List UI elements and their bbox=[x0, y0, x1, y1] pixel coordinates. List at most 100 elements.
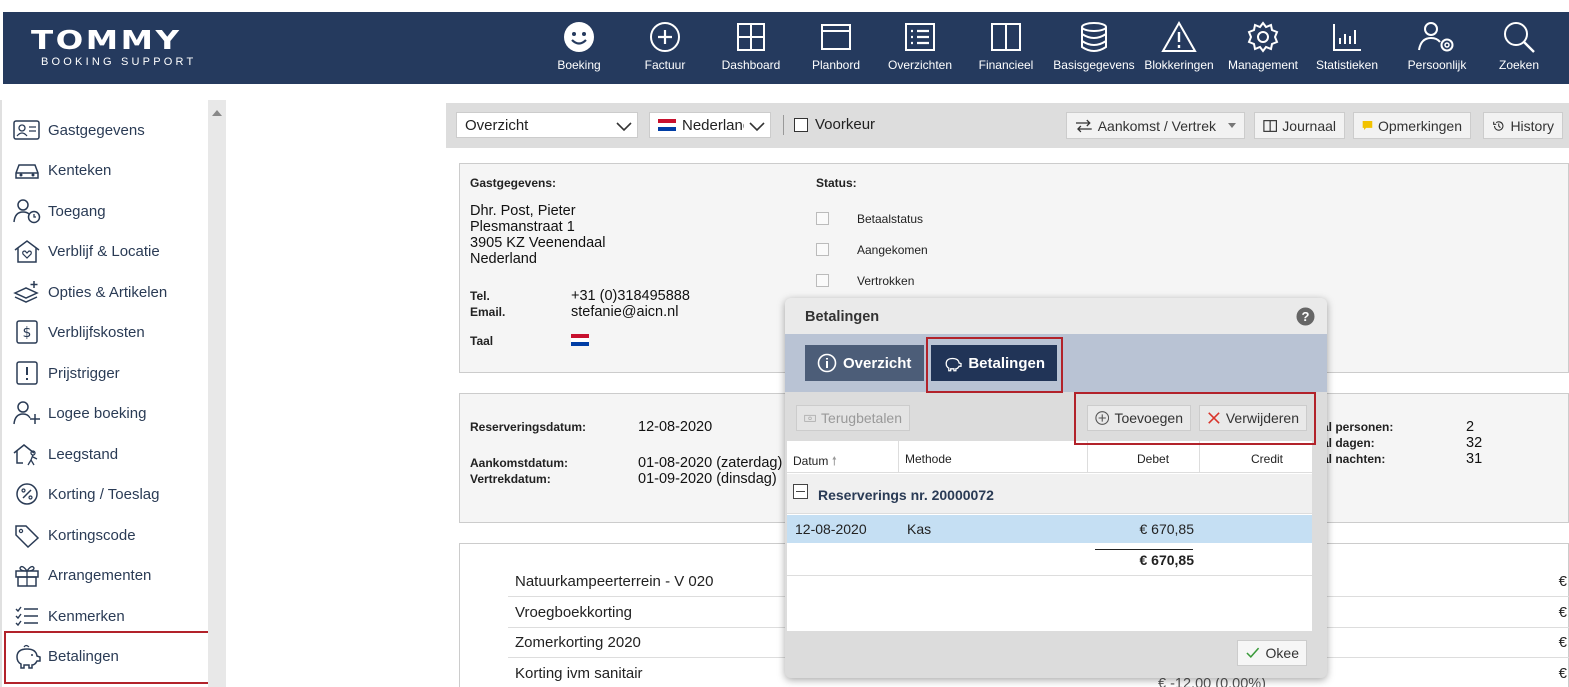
cost-line-trail: € bbox=[1558, 573, 1567, 590]
status-checkbox[interactable] bbox=[816, 274, 829, 287]
nav-management[interactable]: Management bbox=[1223, 12, 1303, 84]
nav-dashboard[interactable]: Dashboard bbox=[715, 12, 787, 84]
nav-statistieken[interactable]: Statistieken bbox=[1309, 12, 1385, 84]
comment-icon bbox=[1362, 121, 1373, 130]
group-row[interactable]: Reserverings nr. 20000072 bbox=[787, 474, 1312, 514]
preference-label: Voorkeur bbox=[815, 116, 876, 133]
sidebar-scrollbar[interactable] bbox=[208, 100, 226, 687]
history-button[interactable]: History bbox=[1483, 112, 1563, 139]
status-checkbox[interactable] bbox=[816, 212, 829, 225]
tab-label: Overzicht bbox=[843, 354, 912, 372]
nav-persoonlijk[interactable]: Persoonlijk bbox=[1399, 12, 1475, 84]
payment-total: € 670,85 bbox=[1139, 552, 1195, 568]
info-icon bbox=[817, 353, 837, 373]
cost-line-label: Natuurkampeerterrein - V 020 bbox=[515, 573, 714, 590]
okee-button[interactable]: Okee bbox=[1237, 640, 1307, 666]
dutch-flag-icon bbox=[571, 334, 589, 346]
sidebar-item-label: Kenteken bbox=[48, 161, 112, 179]
scroll-up-arrow-icon[interactable] bbox=[212, 110, 222, 116]
checklist-icon bbox=[15, 606, 38, 627]
database-icon bbox=[1081, 22, 1107, 52]
sidebar-item-label: Verblijf & Locatie bbox=[48, 242, 160, 260]
nav-blokkeringen[interactable]: Blokkeringen bbox=[1141, 12, 1217, 84]
nav-label: Persoonlijk bbox=[1407, 58, 1467, 72]
arrival-departure-button[interactable]: Aankomst / Vertrek bbox=[1066, 112, 1245, 139]
nav-label: Basisgegevens bbox=[1053, 58, 1135, 72]
sidebar-item-verblijfskosten[interactable]: $ Verblijfskosten bbox=[12, 314, 202, 350]
sidebar-item-logee[interactable]: Logee boeking bbox=[12, 395, 202, 431]
view-select[interactable]: Overzicht bbox=[456, 112, 638, 138]
sidebar-item-arrangementen[interactable]: Arrangementen bbox=[12, 557, 202, 593]
help-icon[interactable]: ? bbox=[1296, 307, 1315, 326]
table-row[interactable]: 12-08-2020 Kas € 670,85 bbox=[787, 515, 1312, 543]
logo[interactable]: TOMMY BOOKING SUPPORT bbox=[31, 28, 196, 68]
dialog-title: Betalingen bbox=[805, 309, 880, 325]
status-label: Aangekomen bbox=[857, 243, 928, 257]
total-persons-value: 2 bbox=[1466, 419, 1475, 435]
guest-heading: Gastgegevens: bbox=[470, 176, 557, 190]
sidebar-item-toegang[interactable]: Toegang bbox=[12, 193, 202, 229]
nav-planbord[interactable]: Planbord bbox=[803, 12, 869, 84]
column-label: Datum bbox=[793, 454, 829, 468]
nav-zoeken[interactable]: Zoeken bbox=[1485, 12, 1553, 84]
tab-overzicht[interactable]: Overzicht bbox=[805, 345, 924, 381]
guest-country: Nederland bbox=[470, 251, 537, 267]
plus-circle-icon bbox=[650, 22, 680, 52]
house-walk-icon bbox=[13, 444, 38, 466]
nav-factuur[interactable]: Factuur bbox=[633, 12, 697, 84]
remarks-label: Opmerkingen bbox=[1377, 117, 1462, 134]
highlight-box-add-delete bbox=[1074, 392, 1316, 445]
user-clock-icon bbox=[13, 199, 41, 224]
warning-icon bbox=[1161, 20, 1197, 52]
journal-button[interactable]: Journaal bbox=[1254, 112, 1345, 139]
column-header-debit[interactable]: Debet bbox=[1137, 452, 1169, 466]
nav-financieel[interactable]: Financieel bbox=[973, 12, 1039, 84]
column-header-credit[interactable]: Credit bbox=[1251, 452, 1283, 466]
column-header-method[interactable]: Methode bbox=[905, 452, 952, 466]
preference-checkbox[interactable] bbox=[794, 118, 808, 132]
chevron-down-icon bbox=[616, 122, 632, 132]
sidebar-item-label: Korting / Toeslag bbox=[48, 485, 160, 503]
nav-overzichten[interactable]: Overzichten bbox=[885, 12, 955, 84]
collapse-icon[interactable] bbox=[793, 484, 808, 499]
sidebar-item-label: Prijstrigger bbox=[48, 364, 120, 382]
total-divider bbox=[1095, 549, 1193, 550]
sidebar-edge bbox=[0, 100, 2, 687]
column-header-date[interactable]: Datum 🠕 bbox=[793, 452, 837, 473]
status-checkbox[interactable] bbox=[816, 243, 829, 256]
okee-label: Okee bbox=[1265, 645, 1299, 661]
sidebar-item-kenmerken[interactable]: Kenmerken bbox=[12, 598, 202, 634]
sidebar-item-verblijf[interactable]: Verblijf & Locatie bbox=[12, 233, 202, 269]
tel-label: Tel. bbox=[470, 289, 490, 303]
nav-basisgegevens[interactable]: Basisgegevens bbox=[1051, 12, 1137, 84]
sidebar-item-label: Leegstand bbox=[48, 445, 119, 463]
total-days-label: al dagen: bbox=[1322, 436, 1375, 450]
payment-debit: € 670,85 bbox=[1139, 521, 1195, 537]
sidebar-item-label: Logee boeking bbox=[48, 404, 147, 422]
arrival-date-value: 01-08-2020 (zaterdag) bbox=[638, 455, 783, 471]
nav-boeking[interactable]: Boeking bbox=[547, 12, 611, 84]
sidebar-item-gastgegevens[interactable]: Gastgegevens bbox=[12, 112, 202, 148]
language-select[interactable]: Nederlands bbox=[649, 112, 771, 138]
sidebar-item-kortingscode[interactable]: Kortingscode bbox=[12, 517, 202, 553]
sidebar-item-prijstrigger[interactable]: Prijstrigger bbox=[12, 355, 202, 391]
refund-button[interactable]: Terugbetalen bbox=[796, 405, 910, 431]
nav-label: Statistieken bbox=[1315, 58, 1379, 72]
sidebar-item-kenteken[interactable]: Kenteken bbox=[12, 152, 202, 188]
payment-date: 12-08-2020 bbox=[795, 521, 867, 537]
sidebar-item-opties[interactable]: Opties & Artikelen bbox=[12, 274, 202, 310]
list-icon bbox=[905, 23, 935, 51]
nav-label: Planbord bbox=[811, 58, 861, 72]
departure-date-value: 01-09-2020 (dinsdag) bbox=[638, 471, 777, 487]
tel-value: +31 (0)318495888 bbox=[571, 288, 690, 304]
nav-label: Management bbox=[1227, 58, 1299, 72]
language-select-value: Nederlands bbox=[682, 116, 744, 134]
user-plus-icon bbox=[13, 401, 40, 425]
svg-text:$: $ bbox=[23, 325, 32, 341]
column-divider bbox=[1087, 441, 1088, 473]
sidebar-item-leegstand[interactable]: Leegstand bbox=[12, 436, 202, 472]
remarks-button[interactable]: Opmerkingen bbox=[1353, 112, 1471, 139]
chevron-down-icon bbox=[749, 122, 765, 132]
sidebar-item-korting[interactable]: Korting / Toeslag bbox=[12, 476, 202, 512]
sidebar-item-label: Opties & Artikelen bbox=[48, 283, 168, 301]
